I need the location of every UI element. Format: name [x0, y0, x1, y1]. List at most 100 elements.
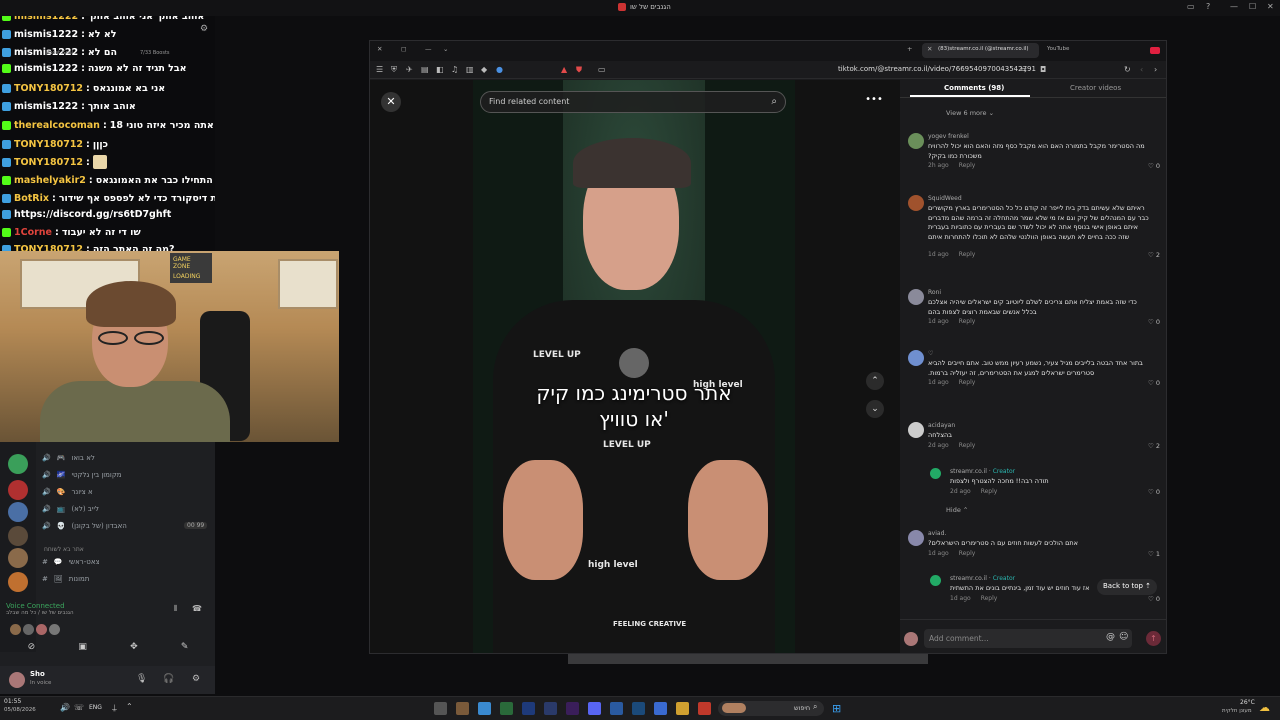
text-channel[interactable]: # 🖼 תמונות	[42, 575, 89, 583]
chat-username[interactable]: BotRix	[14, 193, 49, 204]
server-icon[interactable]	[8, 502, 28, 522]
like-button[interactable]: ♡ 0	[1148, 595, 1160, 603]
camera-off-icon[interactable]: ⊘	[28, 642, 36, 658]
microphone-icon[interactable]: 🎙	[136, 674, 147, 684]
pin-icon[interactable]: ✈	[406, 65, 413, 74]
comment-username[interactable]: aviad.	[928, 530, 946, 537]
app-icon[interactable]	[654, 702, 667, 715]
like-button[interactable]: ♡ 2	[1148, 442, 1160, 450]
vpn-icon[interactable]: ●	[496, 65, 503, 74]
app-icon[interactable]	[478, 702, 491, 715]
avatar[interactable]	[908, 530, 924, 546]
more-options-icon[interactable]: •••	[865, 94, 883, 108]
avatar[interactable]	[930, 468, 941, 479]
like-button[interactable]: ♡ 1	[1148, 550, 1160, 558]
avatar[interactable]	[908, 133, 924, 149]
avatar[interactable]	[49, 624, 60, 635]
windows-start-icon[interactable]: ⊞	[832, 702, 841, 715]
reply-button[interactable]: Reply	[981, 595, 998, 602]
history-icon[interactable]: ▤	[421, 65, 429, 74]
hide-replies[interactable]: Hide ⌃	[946, 506, 968, 514]
chat-username[interactable]: mismis1222	[14, 101, 78, 112]
chat-username[interactable]: TONY180712	[14, 157, 83, 168]
tiktok-video[interactable]: LEVEL UP high level LEVEL UP high level …	[473, 80, 795, 653]
task-view-icon[interactable]	[434, 702, 447, 715]
volume-icon[interactable]: 🔊	[60, 703, 70, 712]
chat-username[interactable]: 1Corne	[14, 227, 52, 238]
tab-youtube[interactable]: YouTube	[1042, 43, 1132, 58]
avatar[interactable]	[908, 195, 924, 211]
voice-channel[interactable]: 🔊 🎮 לא בואו	[42, 454, 95, 462]
reader-icon[interactable]: ▭	[598, 65, 606, 74]
chevron-up-icon[interactable]: ⌃	[126, 702, 133, 711]
avatar[interactable]	[10, 624, 21, 635]
back-to-top-button[interactable]: Back to top ⇡	[1097, 579, 1158, 595]
shield-badge-icon[interactable]: ⛊	[576, 65, 582, 75]
close-window-icon[interactable]: ✕	[1267, 2, 1274, 11]
server-icon[interactable]	[8, 526, 28, 546]
maximize-icon[interactable]: ☐	[1249, 2, 1256, 11]
new-tab-icon[interactable]: +	[907, 45, 912, 53]
comment-username[interactable]: yogev frenkel	[928, 133, 969, 140]
address-bar[interactable]: tiktok.com/@streamr.co.il/video/76695409…	[838, 65, 1036, 73]
forward-icon[interactable]: ›	[1154, 65, 1157, 74]
avatar[interactable]	[930, 575, 941, 586]
help-icon[interactable]: ?	[1206, 2, 1210, 11]
chat-username[interactable]: mismis1222	[14, 29, 78, 40]
chat-username[interactable]: mismis1222	[14, 63, 78, 74]
ps-icon[interactable]	[544, 702, 557, 715]
emoji-icon[interactable]: ☺	[1119, 632, 1128, 642]
related-search-input[interactable]: Find related content ⌕	[480, 91, 786, 113]
tab-tiktok[interactable]: ✕ (83)streamr.co.il (@streamr.co.il)	[922, 43, 1039, 58]
comment-input[interactable]: Add comment... @ ☺	[924, 629, 1132, 648]
app-icon[interactable]	[500, 702, 513, 715]
minimize-browser-icon[interactable]: —	[425, 45, 432, 53]
chat-settings-icon[interactable]: ⚙	[200, 24, 208, 34]
comment-username[interactable]: Roni	[928, 289, 941, 296]
avatar[interactable]	[908, 289, 924, 305]
disconnect-icon[interactable]: ☎	[192, 604, 202, 613]
tab-comments[interactable]: Comments (98)	[944, 84, 1004, 92]
warning-icon[interactable]: ▲	[561, 65, 567, 74]
tab-creator-videos[interactable]: Creator videos	[1070, 84, 1121, 92]
like-button[interactable]: ♡ 0	[1148, 318, 1160, 326]
reply-button[interactable]: Reply	[959, 550, 976, 557]
menu-icon[interactable]: ☰	[376, 65, 383, 74]
reply-button[interactable]: Reply	[959, 318, 976, 325]
sidebar-icon[interactable]: ◧	[436, 65, 444, 74]
scrollbar[interactable]	[568, 654, 928, 664]
chevron-down-icon[interactable]: ⌄	[443, 45, 448, 53]
chat-username[interactable]: TONY180712	[14, 139, 83, 150]
activities-icon[interactable]: ✥	[130, 642, 138, 658]
app-icon[interactable]	[456, 702, 469, 715]
chat-username[interactable]: mashelyakir2	[14, 175, 86, 186]
shield-icon[interactable]: ⛨	[391, 65, 397, 75]
server-icon[interactable]	[8, 480, 28, 500]
soundboard-icon[interactable]: ✎	[181, 642, 189, 658]
server-icon[interactable]	[8, 548, 28, 568]
send-comment-button[interactable]: ↑	[1146, 631, 1161, 646]
mic-icon[interactable]: ⍊	[112, 703, 117, 713]
play-icon[interactable]	[619, 348, 649, 378]
category-label[interactable]: אתר בא לשוחח	[44, 546, 84, 553]
screen-share-icon[interactable]: ▣	[78, 642, 87, 658]
close-browser-icon[interactable]: ✕	[377, 45, 382, 53]
ae-icon[interactable]	[522, 702, 535, 715]
steam-icon[interactable]	[632, 702, 645, 715]
comment-username[interactable]: SquidWeed	[928, 195, 962, 202]
avatar[interactable]	[908, 350, 924, 366]
voice-channel[interactable]: 🔊 💀 האבדון (של בקונן)	[42, 522, 127, 530]
minimize-icon[interactable]: —	[1230, 2, 1238, 11]
text-channel[interactable]: # 💬 צאט-ראשי	[42, 558, 100, 566]
reply-button[interactable]: Reply	[959, 251, 976, 258]
chat-username[interactable]: mismis1222	[14, 16, 78, 22]
network-icon[interactable]: ☏	[74, 703, 84, 712]
close-tab-icon[interactable]: ✕	[927, 45, 932, 53]
voice-waveform-icon[interactable]: ⫴	[174, 604, 177, 614]
comment-username[interactable]: ♡	[928, 350, 933, 357]
view-more-replies[interactable]: View 6 more ⌄	[946, 109, 994, 117]
browser-taskbar-icon[interactable]	[698, 702, 711, 715]
reply-button[interactable]: Reply	[981, 488, 998, 495]
back-icon[interactable]: ‹	[1140, 65, 1143, 74]
comment-username[interactable]: acidayan	[928, 422, 955, 429]
